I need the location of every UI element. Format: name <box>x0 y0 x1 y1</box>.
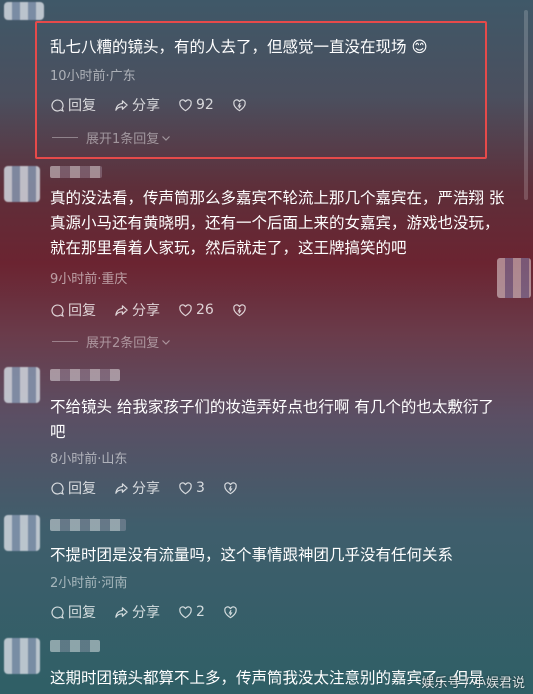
expand-label: 展开2条回复 <box>86 336 160 351</box>
share-button[interactable]: 分享 <box>114 602 160 622</box>
comment-text: 真的没法看，传声筒那么多嘉宾不轮流上那几个嘉宾在，严浩翔 张真源小马还有黄晓明，… <box>50 189 505 257</box>
divider-line <box>52 341 78 342</box>
share-icon <box>115 482 128 494</box>
comment-meta: 9小时前·重庆 <box>50 272 128 287</box>
expand-label: 展开1条回复 <box>86 132 160 147</box>
share-label: 分享 <box>132 98 160 114</box>
chevron-down-icon <box>162 339 171 345</box>
comment-text: 不提时团是没有流量吗，这个事情跟神团几乎没有任何关系 <box>50 546 454 564</box>
reply-button[interactable]: 回复 <box>50 478 96 498</box>
like-count: 26 <box>196 302 214 318</box>
reply-label: 回复 <box>68 303 96 319</box>
divider-line <box>52 137 78 138</box>
share-label: 分享 <box>132 605 160 621</box>
dislike-button[interactable] <box>223 481 241 496</box>
reply-label: 回复 <box>68 605 96 621</box>
dislike-button[interactable] <box>223 605 241 620</box>
username[interactable] <box>50 166 102 178</box>
username[interactable] <box>50 519 126 531</box>
comment-actions: 回复 分享 2 <box>50 602 259 622</box>
comment-item: 不给镜头 给我家孩子们的妆造弄好点也行啊 有几个的也太敷衍了吧 8小时前·山东 … <box>0 365 533 505</box>
comment-actions: 回复 分享 26 <box>50 300 268 320</box>
dislike-button[interactable] <box>232 98 250 113</box>
avatar[interactable] <box>4 166 40 202</box>
avatar[interactable] <box>4 367 40 403</box>
comment-meta: 10小时前·广东 <box>50 69 136 84</box>
username[interactable] <box>50 369 120 381</box>
like-heart-icon <box>179 98 192 111</box>
reply-label: 回复 <box>68 481 96 497</box>
share-button[interactable]: 分享 <box>114 300 160 320</box>
comment-actions: 回复 分享 3 <box>50 478 259 498</box>
expand-replies-button[interactable]: 展开2条回复 <box>52 332 171 351</box>
share-icon <box>115 304 128 316</box>
dislike-heart-icon <box>224 481 237 494</box>
chevron-down-icon <box>162 135 171 141</box>
share-icon <box>115 99 128 111</box>
comment-item: 乱七八糟的镜头，有的人去了，但感觉一直没在现场 😊 10小时前·广东 回复 分享… <box>0 0 533 160</box>
share-label: 分享 <box>132 303 160 319</box>
like-button[interactable]: 92 <box>178 97 214 113</box>
like-heart-icon <box>179 481 192 494</box>
like-count: 92 <box>196 97 214 113</box>
comment-meta: 8小时前·山东 <box>50 452 128 467</box>
comment-text: 不给镜头 给我家孩子们的妆造弄好点也行啊 有几个的也太敷衍了吧 <box>50 398 494 441</box>
reply-icon <box>51 481 64 495</box>
reply-button[interactable]: 回复 <box>50 602 96 622</box>
like-count: 3 <box>196 480 205 496</box>
avatar[interactable] <box>497 258 531 298</box>
avatar[interactable] <box>4 515 40 551</box>
dislike-heart-icon <box>233 98 246 111</box>
avatar[interactable] <box>4 638 40 674</box>
avatar[interactable] <box>4 2 44 20</box>
like-button[interactable]: 2 <box>178 604 205 620</box>
reply-label: 回复 <box>68 98 96 114</box>
like-heart-icon <box>179 303 192 316</box>
reply-icon <box>51 98 64 112</box>
like-button[interactable]: 26 <box>178 302 214 318</box>
reply-icon <box>51 605 64 619</box>
share-icon <box>115 606 128 618</box>
watermark: 娱乐号 / 小娱君说 <box>421 676 525 691</box>
share-label: 分享 <box>132 481 160 497</box>
comment-item: 不提时团是没有流量吗，这个事情跟神团几乎没有任何关系 2小时前·河南 回复 分享… <box>0 513 533 633</box>
username[interactable] <box>50 640 100 652</box>
comment-meta: 2小时前·河南 <box>50 576 128 591</box>
dislike-button[interactable] <box>232 303 250 318</box>
comment-text: 乱七八糟的镜头，有的人去了，但感觉一直没在现场 😊 <box>50 38 428 56</box>
like-heart-icon <box>179 605 192 618</box>
share-button[interactable]: 分享 <box>114 478 160 498</box>
expand-replies-button[interactable]: 展开1条回复 <box>52 128 171 147</box>
dislike-heart-icon <box>224 605 237 618</box>
reply-button[interactable]: 回复 <box>50 300 96 320</box>
share-button[interactable]: 分享 <box>114 95 160 115</box>
reply-icon <box>51 303 64 317</box>
like-button[interactable]: 3 <box>178 480 205 496</box>
reply-button[interactable]: 回复 <box>50 95 96 115</box>
comment-item: 真的没法看，传声筒那么多嘉宾不轮流上那几个嘉宾在，严浩翔 张真源小马还有黄晓明，… <box>0 160 533 351</box>
like-count: 2 <box>196 604 205 620</box>
dislike-heart-icon <box>233 303 246 316</box>
comment-actions: 回复 分享 92 <box>50 95 268 115</box>
